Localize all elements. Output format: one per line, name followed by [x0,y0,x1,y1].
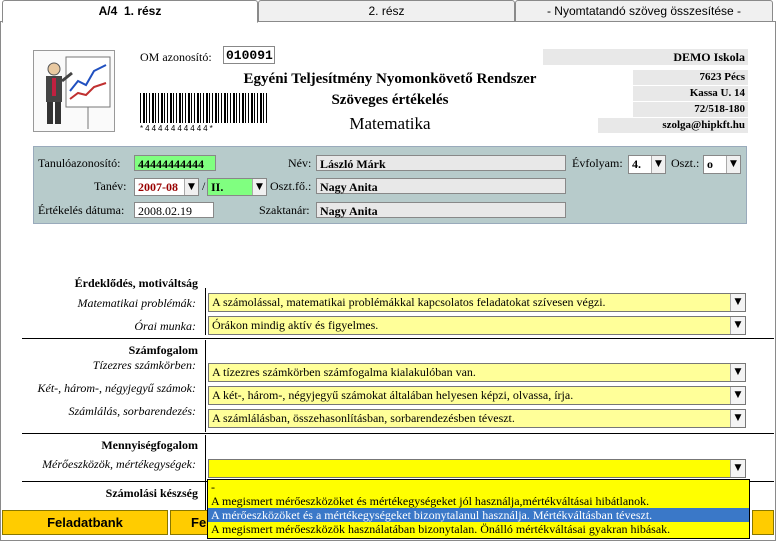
student-id-field[interactable]: 44444444444 [134,155,216,171]
barcode-image [140,93,268,123]
section-divider [205,340,206,432]
grade-label: Évfolyam: [572,156,623,170]
math-problems-select[interactable]: A számolással, matematikai problémákkal … [208,293,746,312]
school-phone: 72/518-180 [633,102,748,117]
section-divider [205,482,206,510]
chevron-down-icon[interactable]: ▼ [252,179,266,195]
row-label: Számlálás, sorbarendezés: [68,404,196,418]
section-separator [22,338,774,339]
ten-thousand-range-select[interactable]: A tízezres számkörben számfogalma kialak… [208,363,746,382]
tab-part2-label: 2. rész [368,4,405,18]
name-field: László Márk [316,155,566,171]
tab-part1-label: 1. rész [124,4,162,18]
chevron-down-icon[interactable]: ▼ [730,460,745,477]
year-label: Tanév: [94,179,127,193]
date-field[interactable]: 2008.02.19 [134,202,214,218]
chevron-down-icon[interactable]: ▼ [730,410,745,427]
head-teacher-label: Oszt.fő.: [270,179,312,193]
section-divider [205,435,206,481]
task-bank-button[interactable]: Feladatbank [2,510,168,535]
combo-value: A két-, három-, négyjegyű számokat által… [212,388,574,402]
tab-code: A/4 [98,4,118,18]
row-label: Két-, három-, négyjegyű számok: [37,381,196,395]
school-city: 7623 Pécs [633,70,748,85]
head-teacher-field: Nagy Anita [316,178,566,194]
student-id-label: Tanulóazonosító: [38,156,121,170]
date-label: Értékelés dátuma: [38,203,125,217]
section-interest-title: Érdeklődés, motiváltság [74,276,198,290]
teacher-illustration [33,50,115,132]
chevron-down-icon[interactable]: ▼ [730,364,745,381]
row-label: Tízezres számkörben: [92,358,196,372]
school-street: Kassa U. 14 [633,86,748,101]
year-value: 2007-08 [138,180,178,194]
chevron-down-icon[interactable]: ▼ [730,387,745,404]
tab-summary[interactable]: - Nyomtatandó szöveg összesítése - [515,0,773,22]
counting-ordering-select[interactable]: A számlálásban, összehasonlításban, sorb… [208,409,746,428]
om-label: OM azonosító: [140,50,212,64]
term-value: II. [211,180,224,194]
term-select[interactable]: II. ▼ [207,178,267,196]
chevron-down-icon[interactable]: ▼ [651,156,665,173]
row-label: Órai munka: [134,319,196,333]
third-bottom-button[interactable] [752,510,774,535]
section-divider [205,288,206,335]
year-select[interactable]: 2007-08 ▼ [134,178,199,196]
chevron-down-icon[interactable]: ▼ [184,179,198,195]
combo-value: A számlálásban, összehasonlításban, sorb… [212,411,515,425]
class-select[interactable]: o ▼ [703,155,741,174]
chevron-down-icon[interactable]: ▼ [730,294,745,311]
chevron-down-icon[interactable]: ▼ [726,156,740,173]
teacher-label: Szaktanár: [259,203,310,217]
barcode-text: *4444444444* [140,124,215,133]
dropdown-option[interactable]: A megismert mérőeszközök használatában b… [208,522,749,536]
tab-summary-label: - Nyomtatandó szöveg összesítése - [546,4,742,18]
measuring-tools-select[interactable]: ▼ [208,459,746,478]
combo-value: Órákon mindig aktív és figyelmes. [212,318,379,332]
tab-bar: A/4 1. rész 2. rész - Nyomtatandó szöveg… [0,0,776,23]
om-value: 010091 [223,46,275,64]
dropdown-option-selected[interactable]: A mérőeszközöket és a mértékegységeket b… [208,508,749,522]
name-label: Név: [288,156,312,170]
grade-value: 4. [632,157,641,171]
section-quantity-title: Mennyiségfogalom [101,438,198,452]
row-label: Matematikai problémák: [77,296,196,310]
class-value: o [707,157,713,171]
section-separator [22,433,774,434]
grade-select[interactable]: 4. ▼ [628,155,666,174]
combo-value: A tízezres számkörben számfogalma kialak… [212,365,476,379]
system-title: Egyéni Teljesítmény Nyomonkövető Rendsze… [243,71,537,87]
measuring-tools-dropdown-list[interactable]: - A megismert mérőeszközöket és mértékeg… [207,479,750,539]
tab-part1[interactable]: A/4 1. rész [2,0,258,23]
tab-part2[interactable]: 2. rész [258,0,515,22]
year-separator: / [202,179,206,193]
school-name: DEMO Iskola [543,49,748,65]
teacher-field: Nagy Anita [316,202,566,218]
dropdown-option[interactable]: A megismert mérőeszközöket és mértékegys… [208,494,749,508]
class-label: Oszt.: [671,156,700,170]
section-calculation-title: Számolási készség [105,486,198,500]
multi-digit-numbers-select[interactable]: A két-, három-, négyjegyű számokat által… [208,386,746,405]
school-email: szolga@hipkft.hu [598,118,748,133]
row-label: Mérőeszközök, mértékegységek: [42,457,196,471]
combo-value: A számolással, matematikai problémákkal … [212,295,606,309]
class-work-select[interactable]: Órákon mindig aktív és figyelmes. ▼ [208,316,746,335]
section-number-concept-title: Számfogalom [128,343,198,357]
chevron-down-icon[interactable]: ▼ [730,317,745,334]
dropdown-option[interactable]: - [208,480,749,494]
